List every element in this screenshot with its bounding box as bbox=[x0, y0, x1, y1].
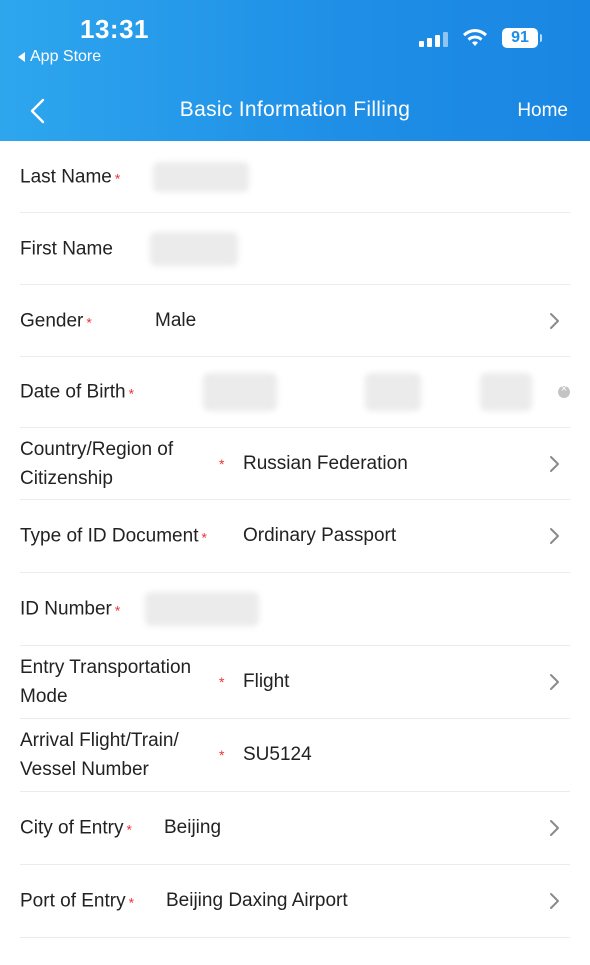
chevron-right-icon[interactable] bbox=[548, 892, 562, 910]
basic-info-form: Last Name * First Name Gender * Male Date … bbox=[0, 141, 590, 938]
chevron-right-icon[interactable] bbox=[548, 819, 562, 837]
gender-value: Male bbox=[155, 309, 197, 331]
transport-label: Entry Transportation Mode bbox=[20, 657, 192, 707]
dob-year-redacted[interactable] bbox=[203, 373, 277, 411]
id-type-value: Ordinary Passport bbox=[243, 525, 397, 546]
clear-date-icon[interactable] bbox=[558, 383, 570, 398]
first-name-label: First Name bbox=[20, 238, 113, 259]
home-button[interactable]: Home bbox=[517, 100, 568, 122]
last-name-input-redacted[interactable] bbox=[153, 161, 249, 192]
last-name-label: Last Name * bbox=[20, 166, 121, 187]
first-name-row[interactable]: First Name bbox=[20, 213, 570, 285]
header: 13:31 App Store 91 Basic Information Fil… bbox=[0, 0, 590, 141]
city-of-entry-label: City of Entry * bbox=[20, 817, 132, 839]
dob-month-redacted[interactable] bbox=[365, 373, 421, 411]
dob-label: Date of Birth * bbox=[20, 381, 135, 403]
id-type-label: Type of ID Document * bbox=[20, 525, 207, 547]
required-mark: * bbox=[126, 821, 132, 838]
vessel-number-label: Arrival Flight/Train/ Vessel Number bbox=[20, 730, 179, 780]
citizenship-value: Russian Federation bbox=[243, 452, 408, 474]
dob-day-redacted[interactable] bbox=[480, 373, 532, 411]
cellular-signal-icon bbox=[419, 29, 448, 47]
id-type-row[interactable]: Type of ID Document * Ordinary Passport bbox=[20, 500, 570, 573]
chevron-right-icon[interactable] bbox=[548, 527, 562, 545]
transport-value: Flight bbox=[243, 671, 290, 692]
city-of-entry-value: Beijing bbox=[164, 817, 222, 838]
required-mark: * bbox=[219, 455, 225, 472]
gender-row[interactable]: Gender * Male bbox=[20, 285, 570, 357]
citizenship-row[interactable]: Country/Region of Citizenship * Russian … bbox=[20, 428, 570, 500]
first-name-input-redacted[interactable] bbox=[150, 231, 238, 266]
port-of-entry-value: Beijing Daxing Airport bbox=[166, 890, 348, 911]
port-of-entry-label: Port of Entry * bbox=[20, 890, 135, 912]
required-mark: * bbox=[128, 894, 135, 911]
vessel-number-value[interactable]: SU5124 bbox=[243, 744, 312, 766]
wifi-icon bbox=[463, 29, 487, 46]
required-mark: * bbox=[114, 602, 121, 619]
required-mark: * bbox=[86, 314, 92, 330]
dob-row[interactable]: Date of Birth * bbox=[20, 357, 570, 428]
page-title: Basic Information Filling bbox=[179, 98, 411, 121]
vessel-number-row[interactable]: Arrival Flight/Train/ Vessel Number * SU… bbox=[20, 719, 570, 792]
required-mark: * bbox=[128, 385, 135, 402]
required-mark: * bbox=[219, 747, 225, 763]
citizenship-label: Country/Region of Citizenship bbox=[20, 438, 174, 489]
city-of-entry-row[interactable]: City of Entry * Beijing bbox=[20, 792, 570, 865]
transport-row[interactable]: Entry Transportation Mode * Flight bbox=[20, 646, 570, 719]
back-app-label: App Store bbox=[30, 48, 102, 65]
chevron-right-icon[interactable] bbox=[548, 673, 562, 691]
chevron-right-icon[interactable] bbox=[548, 455, 562, 473]
port-of-entry-row[interactable]: Port of Entry * Beijing Daxing Airport bbox=[20, 865, 570, 938]
gender-label: Gender * bbox=[20, 310, 92, 331]
back-to-app-link[interactable]: App Store bbox=[18, 48, 101, 66]
status-indicators: 91 bbox=[419, 28, 542, 48]
id-number-row[interactable]: ID Number * bbox=[20, 573, 570, 646]
back-triangle-icon bbox=[18, 52, 25, 62]
battery-icon: 91 bbox=[502, 28, 542, 48]
id-number-input-redacted[interactable] bbox=[145, 592, 259, 626]
status-time: 13:31 bbox=[80, 14, 149, 44]
last-name-row[interactable]: Last Name * bbox=[20, 141, 570, 213]
required-mark: * bbox=[201, 529, 207, 546]
id-number-label: ID Number * bbox=[20, 598, 121, 620]
chevron-right-icon[interactable] bbox=[548, 312, 562, 330]
required-mark: * bbox=[114, 170, 121, 186]
required-mark: * bbox=[219, 674, 225, 690]
